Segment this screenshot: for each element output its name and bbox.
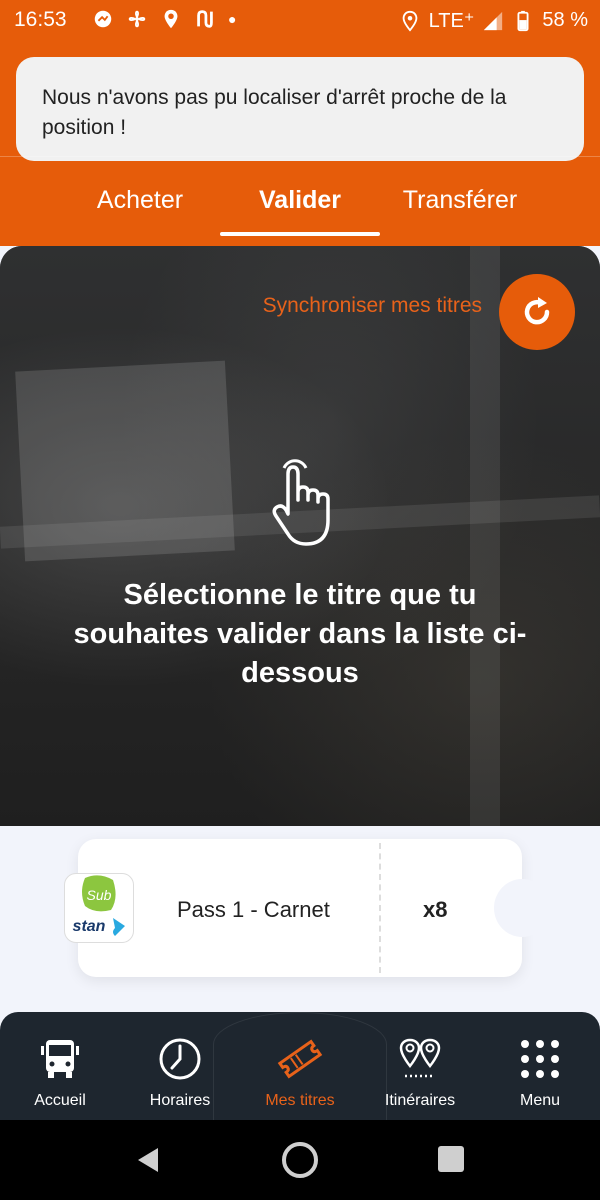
camera-preview: Synchroniser mes titres Sélectionne le t… <box>0 246 600 826</box>
app-notification-icon <box>94 10 112 28</box>
location-alert: Nous n'avons pas pu localiser d'arrêt pr… <box>16 57 584 161</box>
ticket-card[interactable]: Pass 1 - Carnet x8 <box>78 839 550 977</box>
ticket-icon <box>277 1039 323 1079</box>
bus-icon <box>41 1040 79 1078</box>
logo-text-sub: Sub <box>87 887 112 903</box>
logo-text-stan: stan <box>73 918 106 935</box>
tab-transferer[interactable]: Transférer <box>380 170 540 236</box>
alert-message: Nous n'avons pas pu localiser d'arrêt pr… <box>42 86 507 139</box>
ticket-separator <box>379 843 381 973</box>
stan-logo: Sub stan <box>64 873 134 943</box>
bottom-navigation: Accueil Horaires Mes titres Itinéraires <box>0 1012 600 1120</box>
back-icon[interactable] <box>134 1146 162 1174</box>
clock-icon <box>159 1038 201 1080</box>
header-divider <box>0 156 600 157</box>
nav-menu[interactable]: Menu <box>480 1012 600 1120</box>
sync-titles-link[interactable]: Synchroniser mes titres <box>263 294 482 318</box>
nav-label-menu: Menu <box>519 1092 561 1109</box>
ticket-count: x8 <box>423 897 448 922</box>
header: Nous n'avons pas pu localiser d'arrêt pr… <box>0 40 600 246</box>
nav-label-mes-titres: Mes titres <box>265 1092 335 1109</box>
nav-horaires[interactable]: Horaires <box>120 1012 240 1120</box>
nav-label-horaires: Horaires <box>149 1092 211 1109</box>
nav-label-itineraires: Itinéraires <box>384 1092 456 1109</box>
home-button[interactable] <box>282 1142 318 1178</box>
route-icon <box>197 10 213 28</box>
battery-icon <box>517 10 529 31</box>
nav-mes-titres[interactable]: Mes titres <box>240 1012 360 1120</box>
tab-valider[interactable]: Valider <box>220 170 380 236</box>
scan-instruction: Sélectionne le titre que tu souhaites va… <box>73 579 527 689</box>
sync-button[interactable] <box>499 274 575 350</box>
tab-bar: Acheter Valider Transférer <box>0 170 600 236</box>
location-icon <box>164 9 178 29</box>
tab-acheter[interactable]: Acheter <box>60 170 220 236</box>
route-pins-icon <box>399 1038 441 1078</box>
ticket-notch <box>494 879 550 937</box>
ticket-name: Pass 1 - Carnet <box>177 897 330 922</box>
nav-itineraires[interactable]: Itinéraires <box>360 1012 480 1120</box>
system-status: LTE⁺ 58 % <box>399 8 588 33</box>
refresh-icon <box>524 297 550 325</box>
notification-icons: ● <box>92 8 236 30</box>
status-bar: 16:53 ● LTE⁺ 58 % <box>0 0 600 40</box>
dot-icon: ● <box>228 11 237 27</box>
gps-icon <box>402 10 417 32</box>
battery-level: 58 % <box>542 9 588 31</box>
system-navigation-bar <box>0 1120 600 1200</box>
tap-hand-icon <box>272 459 330 546</box>
camera-blur-shape <box>470 246 500 826</box>
nav-accueil[interactable]: Accueil <box>0 1012 120 1120</box>
fan-icon <box>128 10 146 28</box>
recent-apps-button[interactable] <box>438 1146 464 1172</box>
network-type: LTE⁺ <box>428 10 475 32</box>
grid-menu-icon <box>521 1040 559 1078</box>
signal-icon <box>484 11 503 30</box>
nav-label-accueil: Accueil <box>34 1092 86 1109</box>
status-time: 16:53 <box>14 8 67 31</box>
